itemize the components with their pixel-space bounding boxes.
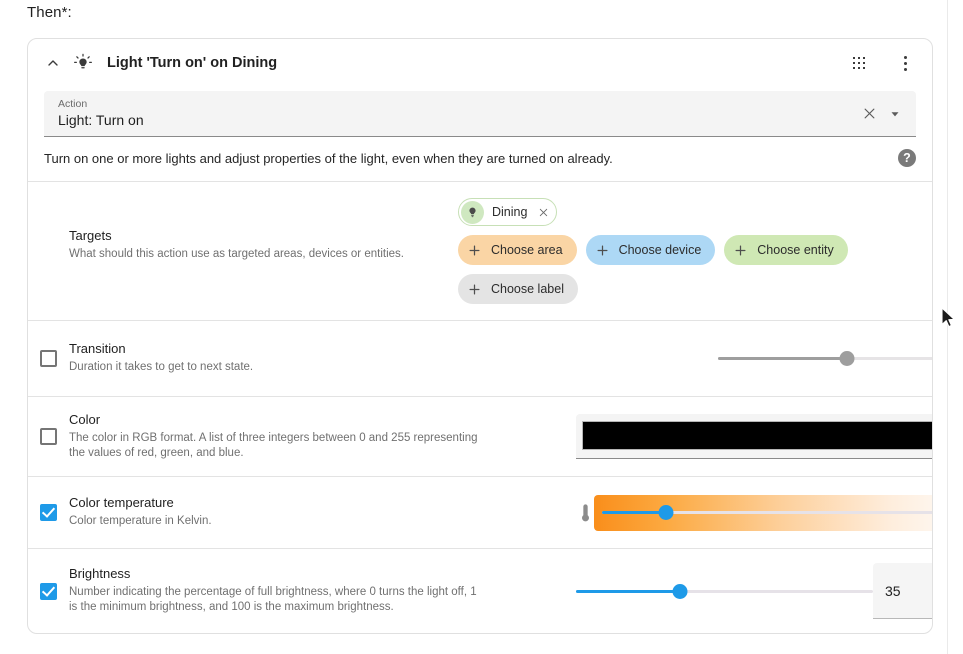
action-select-field[interactable]: Action Light: Turn on — [44, 91, 916, 137]
drag-handle-icon[interactable] — [846, 50, 872, 76]
choose-label-button[interactable]: Choose label — [458, 274, 578, 304]
targets-row: Targets What should this action use as t… — [28, 182, 932, 321]
color-temperature-texts: Color temperature Color temperature in K… — [69, 495, 487, 529]
target-chip-label: Dining — [492, 205, 527, 219]
brightness-value-input[interactable]: 35 % — [873, 563, 933, 619]
brightness-subtitle: Number indicating the percentage of full… — [69, 585, 487, 616]
slider-thumb[interactable] — [659, 505, 674, 520]
brightness-slider[interactable] — [576, 582, 873, 600]
lightbulb-icon — [461, 201, 484, 224]
add-target-row-primary: Choose area Choose device — [458, 235, 916, 265]
slider-fill — [576, 590, 680, 593]
add-target-row-secondary: Choose label — [458, 274, 916, 304]
color-temperature-wrap — [576, 495, 933, 531]
action-card-header: Light 'Turn on' on Dining — [28, 39, 932, 87]
action-field-value: Light: Turn on — [58, 112, 856, 128]
action-field-label: Action — [58, 98, 856, 110]
action-description-row: Turn on one or more lights and adjust pr… — [28, 137, 932, 182]
mouse-pointer-icon — [941, 307, 957, 331]
transition-subtitle: Duration it takes to get to next state. — [69, 360, 487, 375]
action-card: Light 'Turn on' on Dining Action Light: … — [27, 38, 933, 634]
action-card-title: Light 'Turn on' on Dining — [107, 55, 846, 71]
color-swatch[interactable] — [582, 421, 933, 450]
brightness-texts: Brightness Number indicating the percent… — [69, 566, 487, 615]
then-label: Then*: — [27, 4, 72, 21]
transition-texts: Transition Duration it takes to get to n… — [69, 341, 487, 375]
color-temperature-subtitle: Color temperature in Kelvin. — [69, 514, 487, 529]
chevron-up-icon[interactable] — [40, 50, 66, 76]
color-subtitle: The color in RGB format. A list of three… — [69, 431, 487, 462]
choose-entity-label: Choose entity — [757, 243, 833, 257]
option-row-color: Color The color in RGB format. A list of… — [28, 397, 932, 477]
plus-icon — [733, 243, 748, 258]
selected-targets-row: Dining — [458, 198, 916, 226]
chevron-down-icon[interactable] — [882, 101, 908, 127]
screen-root: Then*: — [0, 0, 963, 654]
option-row-brightness: Brightness Number indicating the percent… — [28, 549, 932, 633]
brightness-title: Brightness — [69, 566, 487, 583]
choose-area-label: Choose area — [491, 243, 563, 257]
color-temperature-control — [487, 495, 933, 531]
targets-subtitle: What should this action use as targeted … — [69, 247, 458, 262]
targets-title: Targets — [69, 228, 458, 245]
color-input-field[interactable] — [576, 414, 933, 459]
transition-checkbox[interactable] — [40, 350, 57, 367]
color-texts: Color The color in RGB format. A list of… — [69, 412, 487, 461]
lightbulb-icon — [69, 49, 97, 77]
transition-control: seconds — [487, 331, 933, 387]
color-temperature-slider[interactable] — [602, 504, 933, 522]
help-circle-icon[interactable]: ? — [898, 149, 916, 167]
color-control — [487, 414, 933, 459]
transition-title: Transition — [69, 341, 487, 358]
plus-icon — [467, 243, 482, 258]
action-description: Turn on one or more lights and adjust pr… — [44, 151, 898, 166]
color-temperature-checkbox[interactable] — [40, 504, 57, 521]
brightness-value: 35 — [885, 583, 933, 599]
option-row-transition: Transition Duration it takes to get to n… — [28, 321, 932, 397]
choose-area-button[interactable]: Choose area — [458, 235, 577, 265]
choose-label-label: Choose label — [491, 282, 564, 296]
color-checkbox[interactable] — [40, 428, 57, 445]
slider-fill — [602, 511, 666, 514]
close-icon[interactable] — [856, 101, 882, 127]
slider-thumb[interactable] — [840, 351, 855, 366]
close-icon[interactable] — [536, 205, 550, 219]
slider-fill — [718, 357, 847, 360]
color-temperature-title: Color temperature — [69, 495, 487, 512]
brightness-control: 35 % — [487, 563, 933, 619]
targets-chips: Dining — [458, 196, 916, 304]
slider-thumb[interactable] — [672, 584, 687, 599]
color-temperature-gradient — [594, 495, 933, 531]
color-title: Color — [69, 412, 487, 429]
choose-device-label: Choose device — [619, 243, 702, 257]
plus-icon — [595, 243, 610, 258]
choose-entity-button[interactable]: Choose entity — [724, 235, 847, 265]
brightness-checkbox[interactable] — [40, 583, 57, 600]
plus-icon — [467, 282, 482, 297]
targets-texts: Targets What should this action use as t… — [40, 196, 458, 304]
target-chip-dining[interactable]: Dining — [458, 198, 557, 226]
choose-device-button[interactable]: Choose device — [586, 235, 716, 265]
more-vertical-icon[interactable] — [892, 50, 918, 76]
thermometer-icon — [576, 503, 594, 523]
transition-slider[interactable] — [718, 350, 933, 368]
action-field-texts: Action Light: Turn on — [58, 98, 856, 128]
option-row-color-temperature: Color temperature Color temperature in K… — [28, 477, 932, 549]
